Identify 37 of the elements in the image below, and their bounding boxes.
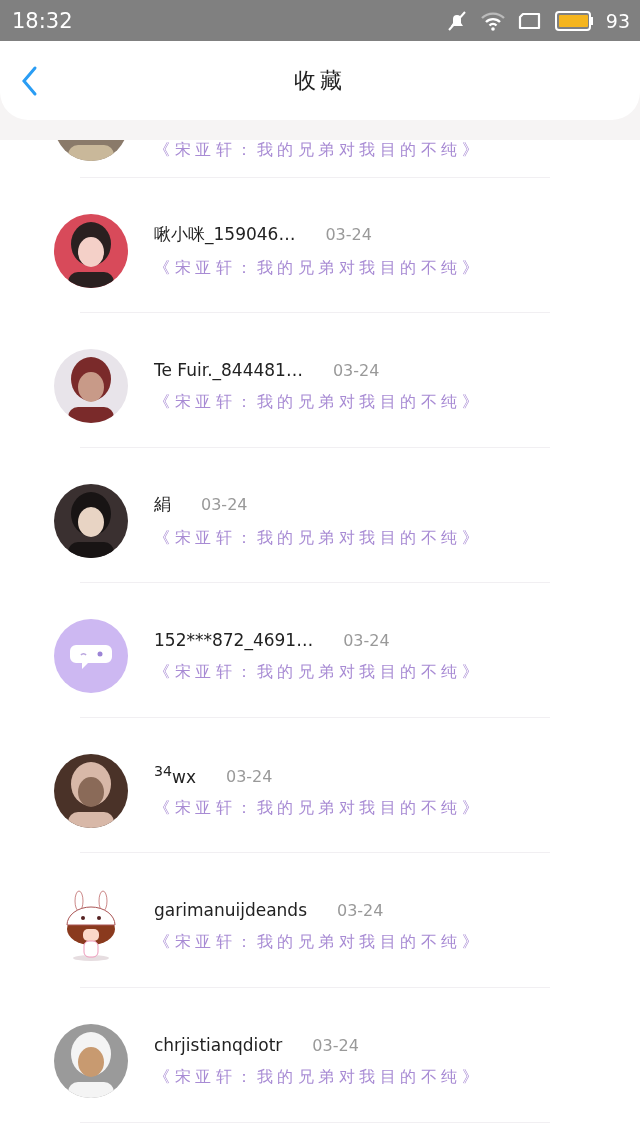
user-name: Te Fuir._844481… bbox=[154, 359, 303, 380]
list-item[interactable]: Te Fuir._844481… 03-24 《宋亚轩：我的兄弟对我目的不纯》 bbox=[0, 313, 640, 447]
story-title: 《宋亚轩：我的兄弟对我目的不纯》 bbox=[154, 258, 482, 279]
wifi-icon bbox=[479, 9, 506, 32]
clock: 18:32 bbox=[12, 8, 73, 33]
default-avatar-icon bbox=[54, 619, 128, 693]
date: 03-24 bbox=[312, 1035, 359, 1055]
story-title: 《宋亚轩：我的兄弟对我目的不纯》 bbox=[154, 798, 482, 820]
user-name: 絹 bbox=[154, 493, 171, 516]
list-item[interactable]: 152***872_4691… 03-24 《宋亚轩：我的兄弟对我目的不纯》 bbox=[0, 583, 640, 717]
date: 03-24 bbox=[332, 360, 380, 380]
date: 03-24 bbox=[337, 900, 384, 920]
user-name: garimanuijdeands bbox=[154, 899, 307, 920]
list-item[interactable]: chrjistianqdiotr 03-24 《宋亚轩：我的兄弟对我目的不纯》 bbox=[0, 988, 640, 1122]
date: 03-24 bbox=[325, 225, 372, 244]
list-item[interactable]: 絹 03-24 《宋亚轩：我的兄弟对我目的不纯》 bbox=[0, 448, 640, 582]
battery-percent: 93 bbox=[605, 9, 630, 32]
story-title: 《宋亚轩：我的兄弟对我目的不纯》 bbox=[154, 528, 482, 549]
user-name: chrjistianqdiotr bbox=[154, 1034, 283, 1055]
user-name: 152***872_4691… bbox=[154, 629, 314, 650]
story-title: 《宋亚轩：我的兄弟对我目的不纯》 bbox=[154, 140, 482, 161]
date: 03-24 bbox=[343, 630, 390, 650]
page-title: 收藏 bbox=[294, 66, 346, 95]
screen-icon bbox=[517, 10, 542, 31]
date: 03-24 bbox=[226, 767, 273, 787]
list-item[interactable]: 啾小咪_159046… 03-24 《宋亚轩：我的兄弟对我目的不纯》 bbox=[0, 178, 640, 312]
list-item[interactable]: $^{34}$wx 03-24 《宋亚轩：我的兄弟对我目的不纯》 bbox=[0, 718, 640, 852]
battery-icon bbox=[553, 9, 594, 32]
story-title: 《宋亚轩：我的兄弟对我目的不纯》 bbox=[154, 1066, 482, 1088]
story-title: 《宋亚轩：我的兄弟对我目的不纯》 bbox=[154, 931, 482, 953]
story-title: 《宋亚轩：我的兄弟对我目的不纯》 bbox=[154, 391, 482, 413]
user-name: 啾小咪_159046… bbox=[154, 223, 296, 246]
date: 03-24 bbox=[201, 495, 248, 514]
user-name: $^{34}$wx bbox=[154, 762, 196, 787]
muted-bell-icon bbox=[445, 9, 468, 32]
story-title: 《宋亚轩：我的兄弟对我目的不纯》 bbox=[154, 661, 482, 683]
list-item[interactable]: garimanuijdeands 03-24 《宋亚轩：我的兄弟对我目的不纯》 bbox=[0, 853, 640, 987]
